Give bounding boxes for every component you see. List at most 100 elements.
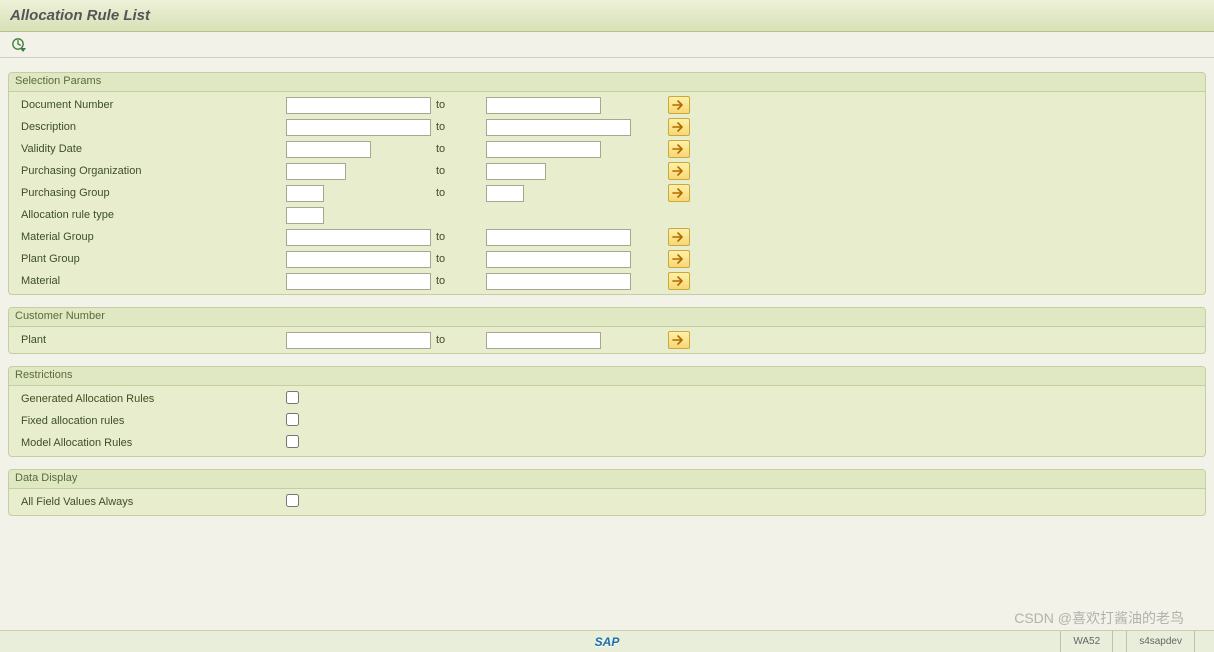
status-system: s4sapdev bbox=[1126, 631, 1194, 652]
to-label: to bbox=[436, 231, 486, 243]
field-label: Model Allocation Rules bbox=[21, 437, 286, 449]
multiple-selection-button[interactable] bbox=[668, 162, 690, 180]
checkbox-input[interactable] bbox=[286, 391, 299, 404]
checkbox-cell bbox=[286, 413, 436, 429]
checkbox-row: Model Allocation Rules bbox=[9, 432, 1205, 454]
title-bar: Allocation Rule List bbox=[0, 0, 1214, 32]
from-input[interactable] bbox=[286, 163, 346, 180]
checkbox-input[interactable] bbox=[286, 435, 299, 448]
field-label: Purchasing Organization bbox=[21, 165, 286, 177]
group-customer-number: Customer Number Plantto bbox=[8, 307, 1206, 354]
checkbox-row: Generated Allocation Rules bbox=[9, 388, 1205, 410]
from-input[interactable] bbox=[286, 229, 431, 246]
field-label: Plant Group bbox=[21, 253, 286, 265]
to-cell bbox=[486, 229, 666, 246]
field-row: Descriptionto bbox=[9, 116, 1205, 138]
to-input[interactable] bbox=[486, 119, 631, 136]
from-cell bbox=[286, 332, 436, 349]
status-bar: SAP WA52 s4sapdev bbox=[0, 630, 1214, 652]
group-header: Data Display bbox=[9, 470, 1205, 489]
to-cell bbox=[486, 273, 666, 290]
field-label: Plant bbox=[21, 334, 286, 346]
field-label: Document Number bbox=[21, 99, 286, 111]
to-input[interactable] bbox=[486, 163, 546, 180]
multiple-selection-button[interactable] bbox=[668, 272, 690, 290]
to-cell bbox=[486, 119, 666, 136]
field-label: Purchasing Group bbox=[21, 187, 286, 199]
toolbar bbox=[0, 32, 1214, 58]
to-label: to bbox=[436, 187, 486, 199]
arrow-right-icon bbox=[672, 253, 686, 265]
field-label: All Field Values Always bbox=[21, 496, 286, 508]
from-input[interactable] bbox=[286, 119, 431, 136]
from-input[interactable] bbox=[286, 332, 431, 349]
multiple-selection-button[interactable] bbox=[668, 331, 690, 349]
to-input[interactable] bbox=[486, 273, 631, 290]
content-area: Selection Params Document NumbertoDescri… bbox=[0, 58, 1214, 516]
to-cell bbox=[486, 163, 666, 180]
group-data-display: Data Display All Field Values Always bbox=[8, 469, 1206, 516]
status-spacer bbox=[1194, 631, 1208, 652]
to-input[interactable] bbox=[486, 332, 601, 349]
to-label: to bbox=[436, 275, 486, 287]
from-input[interactable] bbox=[286, 251, 431, 268]
field-label: Allocation rule type bbox=[21, 209, 286, 221]
to-input[interactable] bbox=[486, 97, 601, 114]
arrow-right-icon bbox=[672, 121, 686, 133]
arrow-right-icon bbox=[672, 143, 686, 155]
arrow-right-icon bbox=[672, 275, 686, 287]
execute-button[interactable] bbox=[8, 35, 30, 55]
multiple-selection-button[interactable] bbox=[668, 228, 690, 246]
from-cell bbox=[286, 207, 436, 224]
from-input[interactable] bbox=[286, 141, 371, 158]
field-row: Plant to bbox=[9, 329, 1205, 351]
multiple-selection-button[interactable] bbox=[668, 184, 690, 202]
page-title: Allocation Rule List bbox=[10, 7, 150, 24]
field-label: Validity Date bbox=[21, 143, 286, 155]
to-input[interactable] bbox=[486, 229, 631, 246]
from-cell bbox=[286, 141, 436, 158]
to-cell bbox=[486, 251, 666, 268]
from-cell bbox=[286, 119, 436, 136]
to-label: to bbox=[436, 253, 486, 265]
from-cell bbox=[286, 229, 436, 246]
to-label: to bbox=[436, 334, 486, 346]
checkbox-row: All Field Values Always bbox=[9, 491, 1205, 513]
field-label: Material Group bbox=[21, 231, 286, 243]
field-row: Document Number to bbox=[9, 94, 1205, 116]
to-input[interactable] bbox=[486, 251, 631, 268]
multiple-selection-button[interactable] bbox=[668, 140, 690, 158]
group-header: Restrictions bbox=[9, 367, 1205, 386]
from-cell bbox=[286, 273, 436, 290]
field-row: Material to bbox=[9, 270, 1205, 292]
to-cell bbox=[486, 332, 666, 349]
to-label: to bbox=[436, 143, 486, 155]
multiple-selection-button[interactable] bbox=[668, 250, 690, 268]
multiple-selection-button[interactable] bbox=[668, 96, 690, 114]
field-row: Purchasing Group to bbox=[9, 182, 1205, 204]
from-cell bbox=[286, 185, 436, 202]
to-input[interactable] bbox=[486, 141, 601, 158]
field-label: Generated Allocation Rules bbox=[21, 393, 286, 405]
multiple-selection-button[interactable] bbox=[668, 118, 690, 136]
from-input[interactable] bbox=[286, 185, 324, 202]
to-input[interactable] bbox=[486, 185, 524, 202]
from-cell bbox=[286, 163, 436, 180]
from-input[interactable] bbox=[286, 97, 431, 114]
checkbox-input[interactable] bbox=[286, 413, 299, 426]
field-label: Material bbox=[21, 275, 286, 287]
checkbox-cell bbox=[286, 435, 436, 451]
arrow-right-icon bbox=[672, 231, 686, 243]
field-label: Description bbox=[21, 121, 286, 133]
status-spacer bbox=[1112, 631, 1126, 652]
to-label: to bbox=[436, 99, 486, 111]
from-input[interactable] bbox=[286, 207, 324, 224]
from-input[interactable] bbox=[286, 273, 431, 290]
arrow-right-icon bbox=[672, 187, 686, 199]
to-cell bbox=[486, 141, 666, 158]
from-cell bbox=[286, 97, 436, 114]
checkbox-input[interactable] bbox=[286, 494, 299, 507]
checkbox-cell bbox=[286, 391, 436, 407]
field-row: Allocation rule type bbox=[9, 204, 1205, 226]
sap-logo: SAP bbox=[595, 635, 620, 649]
